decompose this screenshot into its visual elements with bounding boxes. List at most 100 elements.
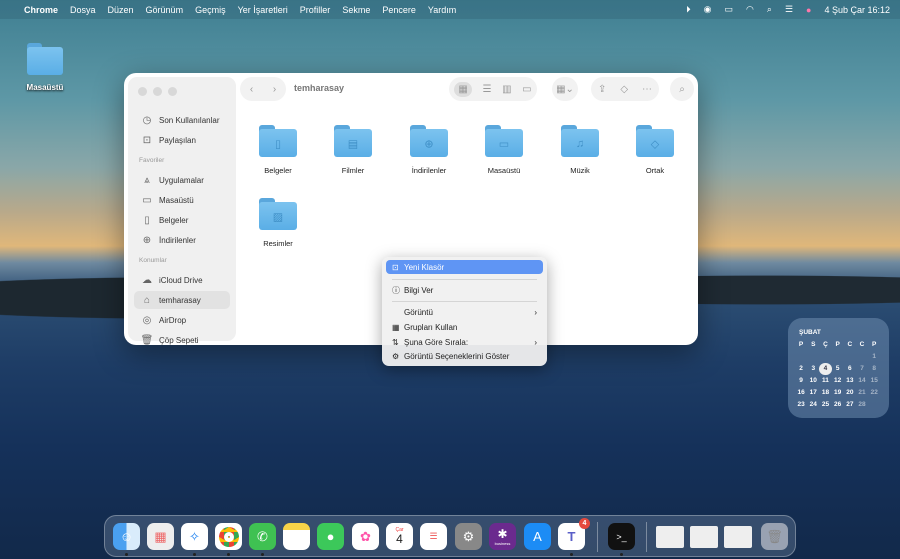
- menu-yardim[interactable]: Yardım: [428, 5, 456, 15]
- calendar-day[interactable]: 3: [807, 363, 819, 375]
- dock-system-settings[interactable]: ⚙: [455, 523, 482, 550]
- tag-icon[interactable]: ◇: [620, 84, 628, 95]
- menu-app-name[interactable]: Chrome: [24, 5, 58, 15]
- menu-dosya[interactable]: Dosya: [70, 5, 96, 15]
- dock-messages[interactable]: ●: [317, 523, 344, 550]
- dock-slack-business[interactable]: ✱ business: [489, 523, 516, 550]
- menu-item-view[interactable]: Görüntü ›: [386, 305, 543, 319]
- calendar-day[interactable]: 22: [868, 387, 880, 399]
- dock-app-store[interactable]: A: [524, 523, 551, 550]
- calendar-day[interactable]: 4: [819, 363, 832, 375]
- folder-resimler[interactable]: ▨ Resimler: [243, 198, 313, 248]
- menu-gecmis[interactable]: Geçmiş: [195, 5, 226, 15]
- menu-item-sort-by[interactable]: ⇅ Şuna Göre Sırala: ›: [386, 335, 543, 349]
- calendar-day[interactable]: 28: [856, 399, 868, 411]
- search-icon[interactable]: ⌕: [767, 4, 772, 15]
- menu-sekme[interactable]: Sekme: [342, 5, 370, 15]
- calendar-day[interactable]: 19: [832, 387, 844, 399]
- sidebar-item-documents[interactable]: ▯ Belgeler: [134, 211, 230, 229]
- calendar-day[interactable]: 2: [795, 363, 807, 375]
- dock-notes[interactable]: [283, 523, 310, 550]
- sidebar-item-desktop[interactable]: ▭ Masaüstü: [134, 191, 230, 209]
- dock-calendar[interactable]: Çar 4: [386, 523, 413, 550]
- group-button[interactable]: ▦⌄: [552, 77, 578, 101]
- calendar-day[interactable]: 13: [844, 375, 856, 387]
- folder-masaustu[interactable]: ▭ Masaüstü: [469, 125, 539, 175]
- calendar-day[interactable]: 23: [795, 399, 807, 411]
- calendar-day[interactable]: 1: [868, 351, 880, 363]
- dock-teams[interactable]: T4: [558, 518, 590, 550]
- control-center-icon[interactable]: ☰: [785, 4, 793, 15]
- battery-icon[interactable]: ▭: [725, 4, 734, 15]
- close-button[interactable]: [138, 87, 147, 96]
- calendar-day[interactable]: 18: [819, 387, 831, 399]
- more-icon[interactable]: ⋯: [642, 84, 652, 95]
- calendar-day[interactable]: 14: [856, 375, 868, 387]
- dock-finder[interactable]: ☺: [113, 523, 140, 550]
- sidebar-item-icloud[interactable]: ☁ iCloud Drive: [134, 271, 230, 289]
- clock-datetime[interactable]: 4 Şub Çar 16:12: [824, 5, 890, 15]
- minimized-window-chrome[interactable]: [724, 526, 752, 548]
- calendar-day[interactable]: 8: [868, 363, 880, 375]
- forward-button[interactable]: ›: [273, 84, 276, 95]
- dock-safari[interactable]: ✧: [181, 523, 208, 550]
- menu-profiller[interactable]: Profiller: [300, 5, 331, 15]
- share-icon[interactable]: ⇪: [598, 84, 606, 95]
- folder-filmler[interactable]: ▤ Filmler: [318, 125, 388, 175]
- siri-icon[interactable]: ●: [806, 5, 811, 15]
- calendar-day[interactable]: 27: [844, 399, 856, 411]
- minimized-window-teams[interactable]: [690, 526, 718, 548]
- menu-gorunum[interactable]: Görünüm: [146, 5, 184, 15]
- menu-duzen[interactable]: Düzen: [108, 5, 134, 15]
- user-icon[interactable]: ◉: [704, 4, 712, 15]
- gallery-view-button[interactable]: ▭: [522, 84, 531, 95]
- calendar-day[interactable]: 6: [844, 363, 856, 375]
- calendar-day[interactable]: 25: [819, 399, 831, 411]
- calendar-day[interactable]: 11: [819, 375, 831, 387]
- calendar-day[interactable]: 26: [832, 399, 844, 411]
- folder-ortak[interactable]: ◇ Ortak: [620, 125, 690, 175]
- sidebar-item-trash[interactable]: 🗑 Çöp Sepeti: [134, 331, 230, 346]
- sidebar-item-home[interactable]: ⌂ temharasay: [134, 291, 230, 309]
- sidebar-item-airdrop[interactable]: ◎ AirDrop: [134, 311, 230, 329]
- calendar-day[interactable]: 15: [868, 375, 880, 387]
- dock-reminders[interactable]: ☰: [420, 523, 447, 550]
- calendar-day[interactable]: 9: [795, 375, 807, 387]
- column-view-button[interactable]: ▥: [502, 84, 511, 95]
- calendar-day[interactable]: 7: [856, 363, 868, 375]
- desktop-folder-label[interactable]: Masaüstü: [14, 83, 76, 92]
- calendar-day[interactable]: 17: [807, 387, 819, 399]
- sidebar-item-applications[interactable]: ⩓ Uygulamalar: [134, 171, 230, 189]
- calendar-day[interactable]: 12: [832, 375, 844, 387]
- back-button[interactable]: ‹: [250, 84, 253, 95]
- menu-pencere[interactable]: Pencere: [382, 5, 416, 15]
- minimized-window-whatsapp[interactable]: [656, 526, 684, 548]
- menu-item-use-groups[interactable]: ▦ Grupları Kullan: [386, 320, 543, 334]
- menu-yer-isaretleri[interactable]: Yer İşaretleri: [238, 5, 288, 15]
- desktop-folder[interactable]: [27, 43, 63, 75]
- dock-whatsapp[interactable]: ✆: [249, 523, 276, 550]
- menu-item-new-folder[interactable]: ⊡ Yeni Klasör: [386, 260, 543, 274]
- folder-muzik[interactable]: ♫ Müzik: [545, 125, 615, 175]
- calendar-day[interactable]: 16: [795, 387, 807, 399]
- dock-photos[interactable]: ✿: [352, 523, 379, 550]
- dock-terminal[interactable]: >_: [608, 523, 635, 550]
- calendar-day[interactable]: 24: [807, 399, 819, 411]
- search-button[interactable]: ⌕: [670, 77, 694, 101]
- folder-belgeler[interactable]: ▯ Belgeler: [243, 125, 313, 175]
- icon-view-button[interactable]: ▦: [454, 81, 472, 97]
- dock-trash[interactable]: 🗑: [761, 523, 788, 550]
- dock-chrome[interactable]: [215, 523, 242, 550]
- dock-launchpad[interactable]: ▦: [147, 523, 174, 550]
- calendar-widget[interactable]: ŞUBAT P S Ç P C C P 1 2 3 4 5 6 7 8 9 10 11 12 13 14 15 16 17 18…: [788, 318, 889, 418]
- minimize-button[interactable]: [153, 87, 162, 96]
- calendar-day[interactable]: 5: [832, 363, 844, 375]
- list-view-button[interactable]: ☰: [482, 84, 491, 95]
- calendar-day[interactable]: 20: [844, 387, 856, 399]
- sidebar-item-downloads[interactable]: ⊕ İndirilenler: [134, 231, 230, 249]
- menu-item-show-view-options[interactable]: ⚙ Görüntü Seçeneklerini Göster: [386, 349, 543, 363]
- sidebar-item-recents[interactable]: ◷ Son Kullanılanlar: [134, 111, 230, 129]
- zoom-button[interactable]: [168, 87, 177, 96]
- sidebar-item-shared[interactable]: ⊡ Paylaşılan: [134, 131, 230, 149]
- wifi-icon[interactable]: ◠: [746, 4, 754, 15]
